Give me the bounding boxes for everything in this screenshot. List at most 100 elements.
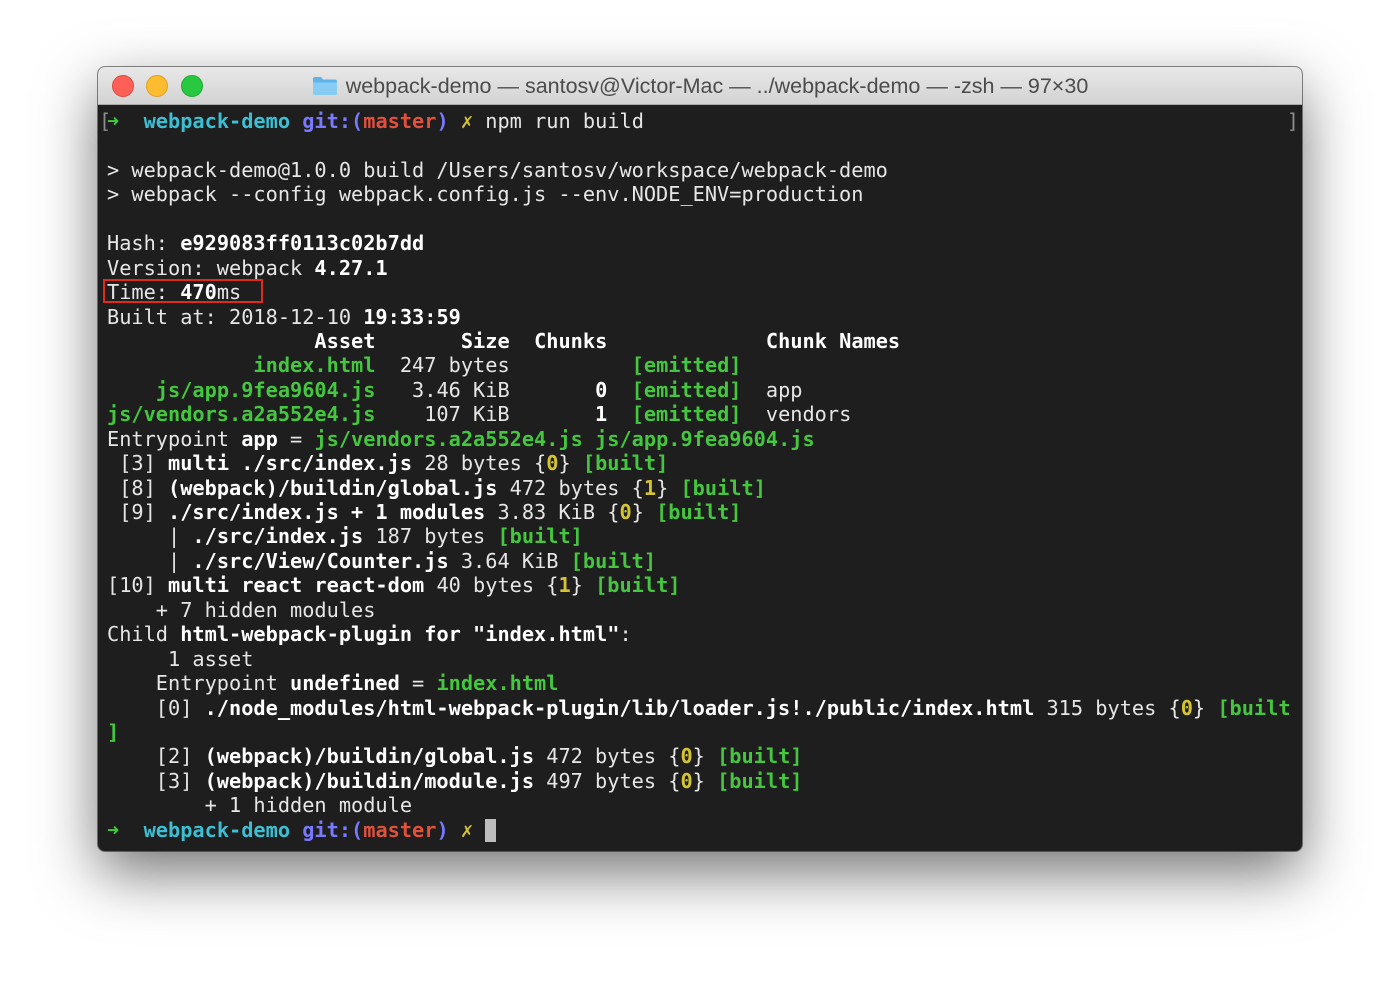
terminal-text-segment: ./src/index.js + 1 modules <box>168 500 486 524</box>
terminal-text-segment: Hash: <box>107 231 181 256</box>
terminal-text-segment: ./node_modules/html-webpack-plugin/lib/l… <box>204 695 1035 720</box>
terminal-text-segment: 1 <box>643 475 657 500</box>
terminal-text-segment: Size <box>460 328 510 353</box>
terminal-output[interactable]: ➜ webpack-demo git:(master) ✗ npm run bu… <box>107 109 1299 842</box>
terminal-text-segment: index.html <box>436 671 559 696</box>
terminal-text-segment: 0 <box>680 768 693 793</box>
terminal-text-segment: 0 <box>619 500 632 524</box>
terminal-line: + 7 hidden modules <box>107 598 1299 622</box>
terminal-text-segment: > webpack --config webpack.config.js --e… <box>107 182 864 207</box>
terminal-text-segment: master <box>363 109 437 133</box>
terminal-line: js/vendors.a2a552e4.js 107 KiB 1 [emitte… <box>107 402 1299 426</box>
terminal-line: Version: webpack 4.27.1 <box>107 256 1299 280</box>
terminal-line: Hash: e929083ff0113c02b7dd <box>107 231 1299 255</box>
terminal-text-segment: [emitted] <box>631 377 742 402</box>
terminal-text-segment: ) <box>436 817 449 842</box>
terminal-text-segment: 3.64 KiB <box>448 548 571 573</box>
terminal-line: + 1 hidden module <box>107 793 1299 817</box>
terminal-line: [3] (webpack)/buildin/module.js 497 byte… <box>107 769 1299 793</box>
terminal-text-segment: Version: webpack <box>107 255 315 280</box>
terminal-line: | ./src/View/Counter.js 3.64 KiB [built] <box>107 549 1299 573</box>
terminal-text-segment: [emitted] <box>631 353 742 378</box>
title-bar[interactable]: webpack-demo — santosv@Victor-Mac — ../w… <box>98 67 1302 105</box>
terminal-text-segment: } <box>631 500 657 524</box>
terminal-text-segment: [built] <box>570 548 657 573</box>
terminal-text-segment: js/vendors.a2a552e4.js <box>107 402 376 427</box>
terminal-text-segment: 19:33:59 <box>363 304 461 329</box>
terminal-text-segment: ./src/View/Counter.js <box>192 548 449 573</box>
terminal-text-segment: Chunk Names <box>765 328 901 353</box>
terminal-text-segment: (webpack)/buildin/global.js <box>204 744 535 769</box>
terminal-text-segment: Chunks <box>534 328 608 353</box>
terminal-text-segment: js/vendors.a2a552e4.js <box>314 426 583 451</box>
terminal-text-segment: js/app.9fea9604.js <box>155 377 376 402</box>
terminal-text-segment: 1 asset <box>107 646 254 671</box>
time-highlight-box <box>103 279 263 303</box>
terminal-line: js/app.9fea9604.js 3.46 KiB 0 [emitted] … <box>107 378 1299 402</box>
terminal-text-segment: ✗ <box>460 109 474 133</box>
terminal-text-segment: [built] <box>582 451 669 476</box>
terminal-line: Child html-webpack-plugin for "index.htm… <box>107 622 1299 646</box>
terminal-text-segment: [8] <box>107 475 169 500</box>
terminal-text-segment: [emitted] <box>631 402 742 427</box>
terminal-text-segment: + 7 hidden modules <box>107 597 376 622</box>
terminal-line: Built at: 2018-12-10 19:33:59 <box>107 305 1299 329</box>
terminal-line: ➜ webpack-demo git:(master) ✗ npm run bu… <box>107 109 1299 133</box>
terminal-text-segment: git:( <box>302 817 364 842</box>
terminal-text-segment: [9] <box>107 500 169 524</box>
terminal-text-segment: ./src/index.js <box>192 524 364 549</box>
terminal-line: [9] ./src/index.js + 1 modules 3.83 KiB … <box>107 500 1299 524</box>
terminal-line: 1 asset <box>107 647 1299 671</box>
terminal-line: Asset Size Chunks Chunk Names <box>107 329 1299 353</box>
window-title: webpack-demo — santosv@Victor-Mac — ../w… <box>345 73 1089 98</box>
terminal-cursor <box>485 818 497 842</box>
terminal-text-segment: (webpack)/buildin/module.js <box>204 768 535 793</box>
terminal-text-segment: } <box>692 744 718 769</box>
terminal-text-segment: [built <box>1217 695 1291 720</box>
terminal-text-segment: 0 <box>1180 695 1193 720</box>
terminal-text-segment: | <box>107 524 193 549</box>
terminal-text-segment: | <box>107 548 193 573</box>
terminal-text-segment: 40 bytes { <box>424 573 559 598</box>
terminal-text-segment: [0] <box>107 695 205 720</box>
terminal-line: [8] (webpack)/buildin/global.js 472 byte… <box>107 476 1299 500</box>
terminal-text-segment: index.html <box>253 353 376 378</box>
terminal-line: ➜ webpack-demo git:(master) ✗ <box>107 818 1299 842</box>
terminal-text-segment: 107 KiB <box>375 402 596 427</box>
terminal-text-segment: = <box>277 426 315 451</box>
folder-icon <box>312 76 338 96</box>
terminal-text-segment: html-webpack-plugin for "index.html" <box>180 622 620 647</box>
terminal-text-segment: (webpack)/buildin/global.js <box>168 475 498 500</box>
terminal-text-segment: Entrypoint <box>107 426 242 451</box>
terminal-text-segment: Built at: 2018-12-10 <box>107 304 364 329</box>
window-title-container: webpack-demo — santosv@Victor-Mac — ../w… <box>98 67 1302 105</box>
terminal-line: [0] ./node_modules/html-webpack-plugin/l… <box>107 696 1299 720</box>
terminal-text-segment: } <box>1192 695 1218 720</box>
terminal-text-segment: vendors <box>741 402 852 427</box>
terminal-text-segment: 1 <box>595 402 608 427</box>
terminal-text-segment: } <box>558 451 583 476</box>
terminal-text-segment: js/app.9fea9604.js <box>595 426 815 451</box>
terminal-text-segment: } <box>692 768 718 793</box>
terminal-text-segment: app <box>741 377 803 402</box>
terminal-text-segment: } <box>570 573 596 598</box>
terminal-text-segment: master <box>363 817 437 842</box>
terminal-text-segment: webpack-demo <box>143 817 291 842</box>
terminal-line: [2] (webpack)/buildin/global.js 472 byte… <box>107 744 1299 768</box>
terminal-text-segment: 4.27.1 <box>314 255 388 280</box>
terminal-text-segment: undefined <box>290 671 400 696</box>
terminal-text-segment: : <box>619 622 632 647</box>
terminal-text-segment: [built] <box>497 524 583 549</box>
terminal-text-segment: 3.83 KiB { <box>485 500 620 524</box>
